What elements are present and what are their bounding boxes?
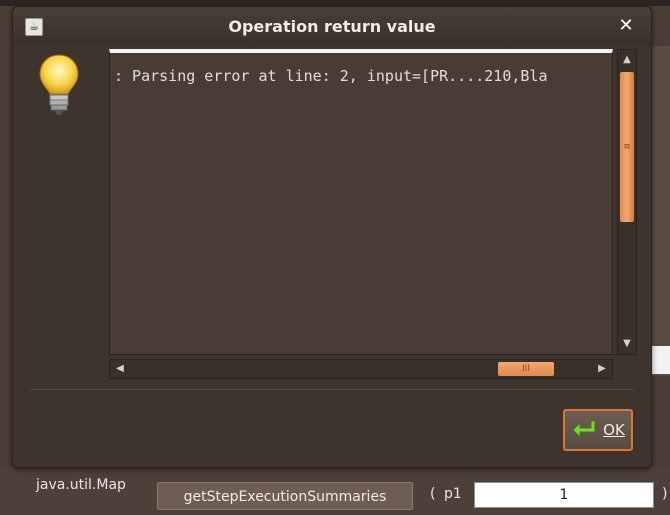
return-value-text: : Parsing error at line: 2, input=[PR...… <box>114 67 548 85</box>
vertical-scrollbar[interactable]: ▲ ≡ ▼ <box>617 49 637 355</box>
dialog-title: Operation return value <box>228 17 436 36</box>
invoke-operation-button[interactable]: getStepExecutionSummaries <box>157 482 413 510</box>
return-type-label: java.util.Map <box>36 477 126 493</box>
background-right-panel <box>650 46 670 376</box>
lightbulb-icon <box>39 54 79 115</box>
return-value-textarea[interactable]: : Parsing error at line: 2, input=[PR...… <box>109 49 613 355</box>
vertical-scroll-thumb[interactable]: ≡ <box>620 72 634 222</box>
scroll-down-arrow-icon[interactable]: ▼ <box>619 336 635 352</box>
horizontal-scrollbar[interactable]: ◀ III ▶ <box>109 359 613 379</box>
scroll-right-arrow-icon[interactable]: ▶ <box>594 361 610 377</box>
param-p1-input[interactable] <box>474 482 654 508</box>
dialog-titlebar: ☕ Operation return value ✕ <box>13 7 651 45</box>
paren-open: ( <box>430 486 436 502</box>
ok-button[interactable]: OK <box>563 409 633 451</box>
enter-arrow-icon <box>572 420 596 439</box>
close-button[interactable]: ✕ <box>615 15 637 37</box>
ok-label: OK <box>603 421 625 439</box>
paren-close: ) <box>662 486 668 502</box>
scroll-left-arrow-icon[interactable]: ◀ <box>112 361 128 377</box>
dialog-separator <box>29 389 635 390</box>
horizontal-scroll-thumb[interactable]: III <box>498 362 554 376</box>
background-right-field <box>652 346 670 374</box>
param-name-label: p1 <box>444 486 462 502</box>
operation-return-dialog: ☕ Operation return value ✕ : Parsing err… <box>12 6 652 468</box>
scroll-up-arrow-icon[interactable]: ▲ <box>619 52 635 68</box>
